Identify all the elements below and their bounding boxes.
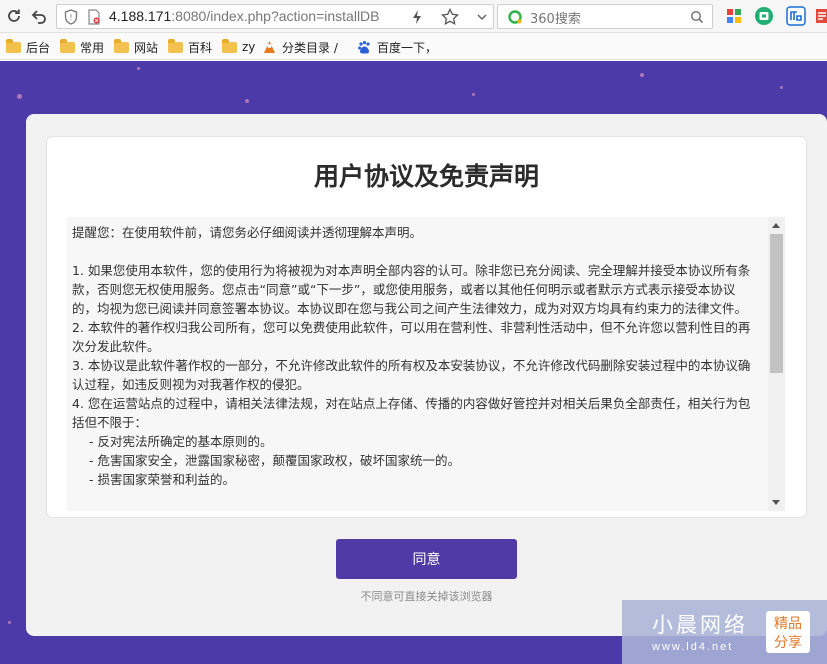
shield-icon[interactable]: ! — [62, 8, 80, 26]
folder-icon — [222, 38, 237, 53]
bookmark-site-icon — [264, 40, 275, 53]
extension-blue-icon[interactable] — [786, 6, 806, 26]
search-engine-logo-icon — [508, 10, 522, 24]
page-background: 用户协议及免责声明 提醒您：在使用软件前，请您务必仔细阅读并透彻理解本声明。 1… — [0, 61, 827, 664]
bookmark-baidu[interactable]: 百度一下， — [357, 38, 437, 56]
baidu-paw-icon — [358, 40, 370, 53]
search-placeholder: 360搜索 — [530, 12, 581, 27]
extension-green-icon[interactable] — [754, 6, 774, 26]
back-icon[interactable] — [28, 5, 50, 27]
watermark-badge-bottom: 分享 — [774, 635, 802, 651]
bookmark-folder-wangzhan[interactable]: 网站 — [114, 38, 158, 56]
bookmark-folder-houtai[interactable]: 后台 — [6, 38, 50, 56]
watermark-site: www.ld4.net — [652, 641, 734, 653]
scroll-up-arrow-icon[interactable] — [772, 223, 780, 228]
agreement-line: 3. 本协议是此软件著作权的一部分，不允许修改此软件的所有权及本安装协议，不允许… — [72, 358, 751, 392]
scrollbar-thumb[interactable] — [770, 234, 783, 373]
lightning-icon[interactable] — [408, 8, 426, 26]
watermark: 小晨网络 www.ld4.net 精品 分享 — [622, 600, 827, 664]
page-title: 用户协议及免责声明 — [313, 162, 539, 191]
decor-dot — [640, 73, 644, 77]
bookmark-folder-zy[interactable]: zy — [222, 38, 255, 56]
url-text: 4.188.171:8080/index.php?action=installD… — [109, 8, 380, 24]
scroll-down-arrow-icon[interactable] — [772, 500, 780, 505]
star-icon[interactable] — [441, 8, 459, 26]
scrollbar[interactable] — [768, 217, 785, 511]
search-icon[interactable] — [690, 10, 704, 24]
apps-grid-icon[interactable] — [724, 6, 744, 26]
chevron-down-icon[interactable] — [473, 8, 491, 26]
folder-icon — [60, 38, 75, 53]
agreement-line: 1. 如果您使用本软件，您的使用行为将被视为对本声明全部内容的认可。除非您已充分… — [72, 263, 751, 316]
folder-icon — [6, 38, 21, 53]
agreement-line — [72, 242, 760, 261]
folder-icon — [168, 38, 183, 53]
extension-red-icon[interactable] — [812, 6, 827, 26]
decor-dot — [17, 94, 22, 99]
bookmark-category-directory[interactable]: 分类目录 / — [262, 38, 338, 56]
insecure-page-icon[interactable] — [85, 8, 103, 26]
search-box[interactable]: 360搜索 — [497, 4, 713, 29]
reload-icon[interactable] — [3, 5, 25, 27]
agree-button[interactable]: 同意 — [336, 539, 517, 579]
agreement-line: 提醒您：在使用软件前，请您务必仔细阅读并透彻理解本声明。 — [72, 225, 423, 240]
agreement-line: - 反对宪法所确定的基本原则的。 — [89, 434, 273, 449]
decor-dot — [8, 621, 11, 624]
bookmark-folder-changyong[interactable]: 常用 — [60, 38, 104, 56]
folder-icon — [114, 38, 129, 53]
browser-toolbar: ! 4.188.171:8080/index.php?action=instal… — [0, 0, 827, 33]
decor-dot — [472, 93, 475, 96]
bookmarks-bar: 后台 常用 网站 百科 zy 分类目录 / 百度一下， — [0, 33, 827, 60]
agreement-line: 4. 您在运营站点的过程中，请相关法律法规，对在站点上存储、传播的内容做好管控并… — [72, 396, 751, 430]
agreement-line: - 损害国家荣誉和利益的。 — [89, 472, 235, 487]
agreement-text: 提醒您：在使用软件前，请您务必仔细阅读并透彻理解本声明。 1. 如果您使用本软件… — [72, 223, 760, 489]
agreement-panel: 用户协议及免责声明 提醒您：在使用软件前，请您务必仔细阅读并透彻理解本声明。 1… — [46, 136, 807, 518]
agreement-line: - 危害国家安全，泄露国家秘密，颠覆国家政权，破坏国家统一的。 — [89, 453, 460, 468]
svg-text:!: ! — [70, 13, 72, 22]
bookmark-folder-baike[interactable]: 百科 — [168, 38, 212, 56]
agreement-line: 2. 本软件的著作权归我公司所有，您可以免费使用此软件，可以用在营利性、非营利性… — [72, 320, 751, 354]
watermark-badge-top: 精品 — [774, 616, 802, 632]
decor-dot — [780, 86, 783, 89]
agreement-textarea[interactable]: 提醒您：在使用软件前，请您务必仔细阅读并透彻理解本声明。 1. 如果您使用本软件… — [67, 217, 785, 511]
decor-dot — [245, 99, 249, 103]
decor-dot — [137, 67, 140, 70]
install-card: 用户协议及免责声明 提醒您：在使用软件前，请您务必仔细阅读并透彻理解本声明。 1… — [26, 114, 827, 636]
address-bar[interactable]: ! 4.188.171:8080/index.php?action=instal… — [56, 4, 494, 29]
watermark-name: 小晨网络 — [652, 613, 748, 637]
watermark-badge: 精品 分享 — [766, 611, 810, 653]
